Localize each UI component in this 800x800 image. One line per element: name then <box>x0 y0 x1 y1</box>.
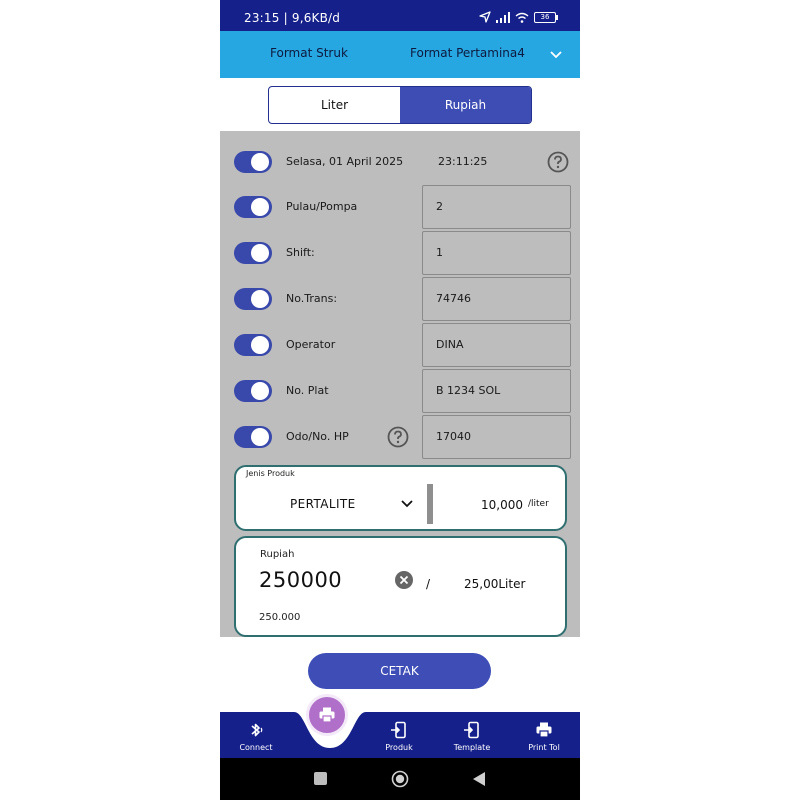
toggle-switch[interactable] <box>234 151 272 173</box>
field-input[interactable]: 1 <box>422 231 571 275</box>
phone-import-icon <box>464 721 479 739</box>
status-bar: 23:15 | 9,6KB/d 36 <box>220 0 580 31</box>
toggle-switch[interactable] <box>234 426 272 448</box>
price-per-liter: 10,000 <box>481 498 523 512</box>
toggle-switch[interactable] <box>234 334 272 356</box>
battery-icon: 36 <box>534 11 558 23</box>
field-input[interactable]: 17040 <box>422 415 571 459</box>
field-row-shift: Shift: 1 <box>220 231 580 275</box>
bluetooth-icon <box>251 723 263 737</box>
help-icon[interactable] <box>547 151 569 173</box>
field-row-plat: No. Plat B 1234 SOL <box>220 369 580 413</box>
field-label: No. Plat <box>286 384 329 397</box>
app-title: Format Struk <box>270 46 348 60</box>
toggle-switch[interactable] <box>234 380 272 402</box>
recents-button[interactable] <box>314 772 327 785</box>
print-fab[interactable] <box>306 694 348 736</box>
field-row-notrans: No.Trans: 74746 <box>220 277 580 321</box>
nav-produk[interactable]: Produk <box>369 712 429 758</box>
home-button[interactable] <box>391 770 409 788</box>
field-label: Odo/No. HP <box>286 430 349 443</box>
status-time: 23:15 | 9,6KB/d <box>244 11 341 25</box>
status-icons: 36 <box>479 10 558 24</box>
clear-icon[interactable] <box>394 570 414 590</box>
field-input[interactable]: 2 <box>422 185 571 229</box>
amount-card: Rupiah 250000 / 25,00Liter 250.000 <box>234 536 567 637</box>
amount-input[interactable]: 250000 <box>259 568 342 592</box>
formatted-amount: 250.000 <box>259 612 301 623</box>
date-label: Selasa, 01 April 2025 <box>286 155 404 168</box>
field-row-date: Selasa, 01 April 2025 23:11:25 <box>220 140 580 184</box>
location-arrow-icon <box>479 11 491 23</box>
phone-import-icon <box>391 721 406 739</box>
field-input[interactable]: DINA <box>422 323 571 367</box>
print-button[interactable]: CETAK <box>308 653 491 689</box>
field-row-operator: Operator DINA <box>220 323 580 367</box>
phone-screen: 23:15 | 9,6KB/d 36 Format Struk Format P… <box>220 0 580 800</box>
toggle-switch[interactable] <box>234 242 272 264</box>
liters-value: 25,00Liter <box>464 577 526 591</box>
product-select[interactable]: PERTALITE <box>290 497 356 511</box>
field-row-pulau: Pulau/Pompa 2 <box>220 185 580 229</box>
field-label: No.Trans: <box>286 292 338 305</box>
separator-slash: / <box>426 577 431 591</box>
signal-icon <box>496 11 510 23</box>
field-label: Shift: <box>286 246 315 259</box>
field-label: Pulau/Pompa <box>286 200 358 213</box>
divider <box>427 484 433 524</box>
app-bar: Format Struk Format Pertamina4 <box>220 31 580 78</box>
chevron-down-icon[interactable] <box>549 47 563 61</box>
help-icon[interactable] <box>387 426 409 448</box>
nav-template[interactable]: Template <box>442 712 502 758</box>
time-value: 23:11:25 <box>438 155 488 168</box>
nav-connect[interactable]: Connect <box>226 712 286 758</box>
field-label: Operator <box>286 338 336 351</box>
toggle-switch[interactable] <box>234 196 272 218</box>
wifi-icon <box>515 12 529 23</box>
mode-option-rupiah[interactable]: Rupiah <box>400 87 531 123</box>
amount-label: Rupiah <box>260 549 295 560</box>
mode-option-liter[interactable]: Liter <box>269 87 400 123</box>
product-card: Jenis Produk PERTALITE 10,000 /liter <box>234 465 567 531</box>
nav-print-tol[interactable]: Print Tol <box>514 712 574 758</box>
price-unit: /liter <box>528 499 549 509</box>
toggle-switch[interactable] <box>234 288 272 310</box>
bottom-nav: Connect Produk Template Print Tol <box>220 712 580 758</box>
format-dropdown[interactable]: Format Pertamina4 <box>410 46 525 60</box>
home-circle-icon <box>391 770 409 788</box>
chevron-down-icon[interactable] <box>400 498 414 510</box>
back-triangle-icon <box>473 772 485 786</box>
field-input[interactable]: B 1234 SOL <box>422 369 571 413</box>
field-input[interactable]: 74746 <box>422 277 571 321</box>
mode-toggle: Liter Rupiah <box>268 86 532 124</box>
printer-icon <box>536 722 552 738</box>
product-label: Jenis Produk <box>246 469 295 478</box>
system-nav-bar <box>220 758 580 800</box>
printer-icon <box>319 707 335 723</box>
back-button[interactable] <box>472 771 486 787</box>
field-row-odo: Odo/No. HP 17040 <box>220 415 580 459</box>
